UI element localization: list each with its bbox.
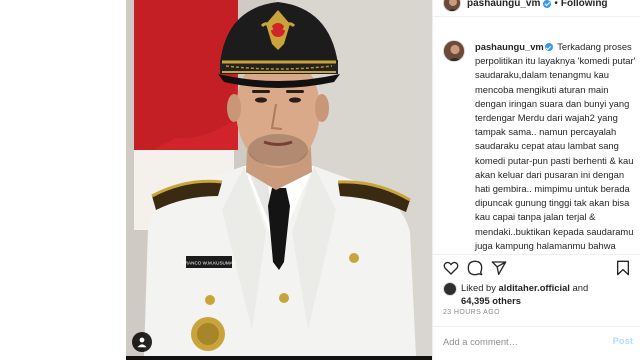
liker-username[interactable]: alditaher.official (499, 282, 570, 293)
header-avatar[interactable] (443, 0, 461, 12)
share-icon[interactable] (491, 260, 507, 276)
caption-text-block: pashaungu_vm Terkadang proses perpolitik… (475, 40, 637, 254)
likes-and: and (572, 282, 589, 293)
header-username[interactable]: pashaungu_vm (467, 0, 540, 9)
post-comment-button[interactable]: Post (613, 335, 633, 346)
likes-text: Liked by alditaher.official and 64,395 o… (461, 281, 639, 307)
post-timestamp[interactable]: 23 HOURS AGO (443, 309, 500, 316)
comment-input[interactable] (443, 333, 593, 349)
comment-icon[interactable] (467, 260, 483, 276)
verified-badge-icon (543, 0, 552, 8)
heart-icon[interactable] (443, 260, 459, 276)
bookmark-icon[interactable] (615, 260, 631, 276)
tagged-users-button[interactable] (132, 332, 152, 352)
post-header: pashaungu_vm • Following (467, 0, 608, 9)
photo-bottom-bar (126, 356, 432, 360)
post-side-panel: pashaungu_vm • Following pashaungu_vm Te… (432, 0, 640, 360)
caption-body: Terkadang proses perpolitikan itu layakn… (475, 41, 636, 251)
header-separator: • (554, 0, 558, 9)
likes-count[interactable]: 64,395 others (461, 295, 521, 306)
caption-avatar[interactable] (443, 40, 465, 62)
avatar-image (444, 41, 464, 61)
comment-bar: Post (443, 333, 633, 349)
page-background (0, 0, 126, 360)
official-portrait-image: FRANCO W.M.KUSUMAH (126, 0, 432, 356)
name-tag-text: FRANCO W.M.KUSUMAH (182, 261, 236, 266)
avatar-image (444, 0, 460, 11)
person-icon (137, 337, 147, 348)
comment-divider (433, 326, 640, 327)
liker-avatar[interactable] (443, 282, 457, 296)
actions-divider (433, 254, 640, 255)
following-button[interactable]: Following (561, 0, 608, 9)
likes-prefix: Liked by (461, 282, 496, 293)
verified-badge-icon (544, 43, 553, 51)
header-divider (433, 16, 640, 17)
caption-section: pashaungu_vm Terkadang proses perpolitik… (443, 40, 639, 254)
caption-username[interactable]: pashaungu_vm (475, 41, 544, 52)
action-bar (443, 260, 633, 278)
post-photo[interactable]: FRANCO W.M.KUSUMAH (126, 0, 432, 356)
